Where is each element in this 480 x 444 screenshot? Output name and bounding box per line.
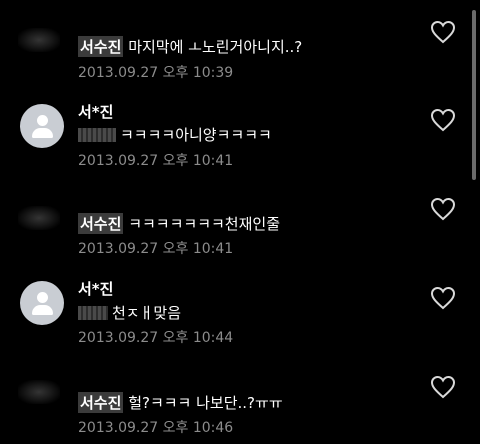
comment-author[interactable]: 서수진 xyxy=(78,392,124,413)
comment-text: 헐?ㅋㅋㅋ 나보단..?ㅠㅠ xyxy=(128,394,283,412)
comment-line: 서수진 헐?ㅋㅋㅋ 나보단..?ㅠㅠ xyxy=(78,392,283,413)
scrollbar[interactable] xyxy=(472,10,476,180)
comment-timestamp: 2013.09.27 오후 10:46 xyxy=(78,420,234,436)
comment-item: 서수진 헐?ㅋㅋㅋ 나보단..?ㅠㅠ 2013.09.27 오후 10:46 xyxy=(0,0,470,444)
avatar[interactable] xyxy=(18,380,60,404)
comment-list: 서수진 마지막에 ㅗ노린거아니지..? 2013.09.27 오후 10:39 … xyxy=(0,0,480,444)
heart-icon[interactable] xyxy=(430,375,456,399)
